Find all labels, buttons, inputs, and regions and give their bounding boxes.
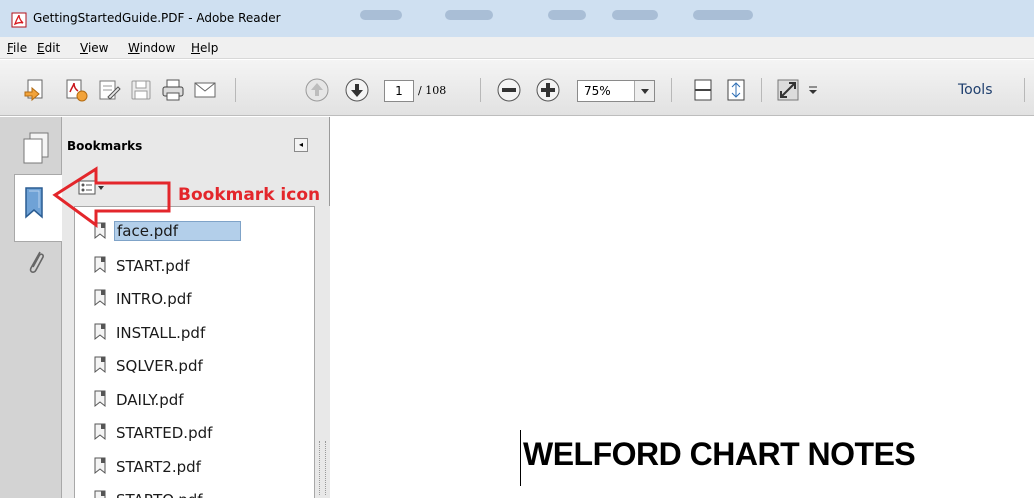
bookmark-label: SQLVER.pdf (116, 357, 203, 375)
bookmark-label: START.pdf (116, 256, 190, 275)
toolbar: / 108 75% Tools (0, 60, 1034, 116)
bookmark-label: DAILY.pdf (116, 390, 184, 409)
toolbar-overflow-icon[interactable] (806, 77, 820, 103)
menu-bar: File Edit View Window Help (0, 37, 1034, 59)
bookmark-list-scrollbar[interactable] (315, 206, 330, 498)
zoom-in-icon[interactable] (535, 77, 561, 103)
next-page-icon[interactable] (344, 77, 370, 103)
edit-document-icon[interactable] (96, 77, 122, 103)
collapse-panel-icon[interactable]: ◂ (294, 138, 308, 152)
attachments-icon[interactable] (23, 246, 49, 280)
bookmark-item[interactable]: DAILY.pdf (90, 386, 302, 414)
blurred-title-fragment (548, 10, 586, 20)
bookmark-label: STARTO.pdf (116, 491, 203, 498)
menu-file[interactable]: File (7, 41, 27, 55)
print-icon[interactable] (160, 77, 186, 103)
menu-view[interactable]: View (80, 41, 108, 55)
menu-help[interactable]: Help (191, 41, 218, 55)
bookmark-icon (94, 323, 106, 340)
bookmark-icon (94, 256, 106, 273)
email-icon[interactable] (192, 77, 218, 103)
panel-title: Bookmarks (67, 139, 143, 153)
document-heading: WELFORD CHART NOTES (523, 436, 916, 472)
chevron-down-icon[interactable] (634, 81, 654, 101)
bookmark-label: START2.pdf (116, 457, 201, 476)
title-bar: GettingStartedGuide.PDF - Adobe Reader (0, 0, 1034, 37)
scrollbar-grip[interactable] (319, 441, 326, 495)
fit-page-icon[interactable] (723, 77, 749, 103)
bookmark-icon[interactable] (23, 186, 45, 220)
toolbar-separator (1024, 78, 1025, 102)
annotation-arrow (52, 166, 171, 228)
bookmark-icon (94, 390, 106, 407)
bookmark-item[interactable]: INSTALL.pdf (90, 319, 302, 347)
create-pdf-icon[interactable] (63, 77, 89, 103)
menu-edit[interactable]: Edit (37, 41, 60, 55)
bookmark-item[interactable]: START2.pdf (90, 453, 302, 481)
tools-button[interactable]: Tools (958, 82, 993, 98)
bookmark-icon (94, 289, 106, 307)
adobe-reader-icon (11, 12, 27, 28)
open-file-icon[interactable] (22, 77, 48, 103)
bookmark-icon (94, 356, 106, 374)
bookmark-icon (94, 423, 106, 441)
bookmark-label: INSTALL.pdf (116, 323, 206, 342)
page-number-field[interactable] (384, 80, 414, 102)
previous-page-icon[interactable] (304, 77, 330, 103)
save-icon[interactable] (128, 77, 154, 103)
page-thumbnails-icon[interactable] (21, 131, 51, 165)
annotation-label: Bookmark icon (178, 185, 321, 205)
bookmark-item[interactable]: START.pdf (90, 252, 302, 280)
bookmark-icon (94, 490, 106, 498)
bookmark-label: STARTED.pdf (116, 424, 213, 442)
toolbar-separator (761, 78, 762, 102)
scrolling-mode-icon[interactable] (690, 77, 716, 103)
full-screen-icon[interactable] (775, 77, 801, 103)
zoom-out-icon[interactable] (496, 77, 522, 103)
zoom-select[interactable]: 75% (577, 80, 655, 102)
page-total: / 108 (418, 84, 447, 97)
blurred-title-fragment (612, 10, 658, 20)
text-cursor (520, 430, 521, 486)
bookmark-item[interactable]: INTRO.pdf (90, 285, 302, 313)
blurred-title-fragment (693, 10, 753, 20)
menu-window[interactable]: Window (128, 41, 175, 55)
bookmark-icon (94, 457, 106, 474)
toolbar-separator (480, 78, 481, 102)
blurred-title-fragment (360, 10, 402, 20)
bookmark-item[interactable]: SQLVER.pdf (90, 352, 302, 380)
zoom-value: 75% (584, 84, 611, 98)
window-title: GettingStartedGuide.PDF - Adobe Reader (33, 11, 281, 25)
bookmark-item[interactable]: STARTED.pdf (90, 419, 302, 447)
toolbar-separator (671, 78, 672, 102)
toolbar-separator (235, 78, 236, 102)
bookmark-item[interactable]: STARTO.pdf (90, 486, 302, 498)
bookmark-label: INTRO.pdf (116, 290, 192, 308)
blurred-title-fragment (445, 10, 493, 20)
